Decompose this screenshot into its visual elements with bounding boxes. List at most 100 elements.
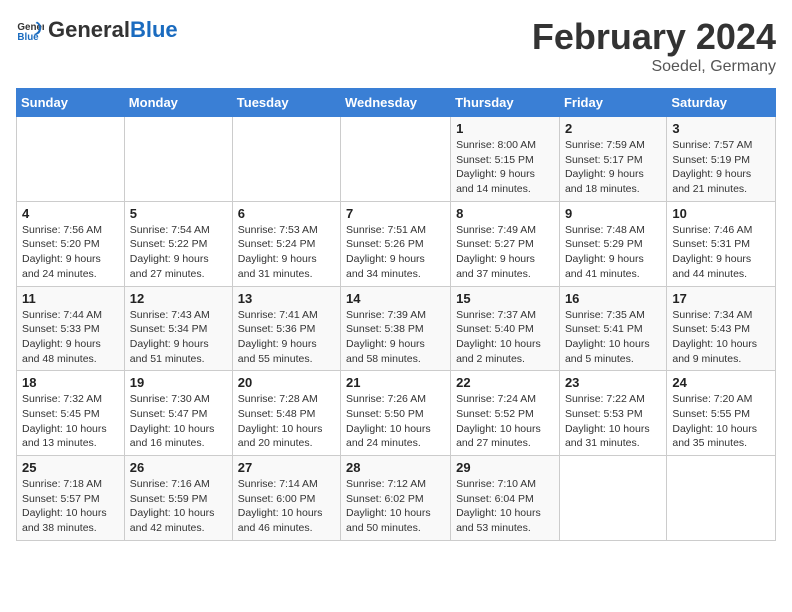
calendar-cell xyxy=(124,117,232,202)
calendar-week-row: 4 Sunrise: 7:56 AM Sunset: 5:20 PM Daylig… xyxy=(17,201,776,286)
weekday-header: Sunday xyxy=(17,89,125,117)
weekday-header: Thursday xyxy=(451,89,560,117)
day-info: Sunrise: 7:57 AM Sunset: 5:19 PM Dayligh… xyxy=(672,138,770,197)
month-title: February 2024 xyxy=(532,16,776,58)
day-info: Sunrise: 7:24 AM Sunset: 5:52 PM Dayligh… xyxy=(456,392,554,451)
title-area: February 2024 Soedel, Germany xyxy=(532,16,776,76)
calendar-cell: 3 Sunrise: 7:57 AM Sunset: 5:19 PM Daylig… xyxy=(667,117,776,202)
calendar-cell: 24Sunrise: 7:20 AM Sunset: 5:55 PM Dayli… xyxy=(667,371,776,456)
day-info: Sunrise: 7:59 AM Sunset: 5:17 PM Dayligh… xyxy=(565,138,661,197)
svg-text:Blue: Blue xyxy=(17,32,39,43)
calendar-cell: 4 Sunrise: 7:56 AM Sunset: 5:20 PM Daylig… xyxy=(17,201,125,286)
day-info: Sunrise: 7:35 AM Sunset: 5:41 PM Dayligh… xyxy=(565,308,661,367)
calendar-cell xyxy=(667,456,776,541)
day-number: 10 xyxy=(672,206,770,221)
calendar-cell: 27 Sunrise: 7:14 AM Sunset: 6:00 PM Dayli… xyxy=(232,456,340,541)
calendar-cell: 17 Sunrise: 7:34 AM Sunset: 5:43 PM Dayli… xyxy=(667,286,776,371)
day-number: 17 xyxy=(672,291,770,306)
day-info: Sunrise: 8:00 AM Sunset: 5:15 PM Dayligh… xyxy=(456,138,554,197)
day-number: 15 xyxy=(456,291,554,306)
day-info: Sunrise: 7:51 AM Sunset: 5:26 PM Dayligh… xyxy=(346,223,445,282)
calendar-week-row: 11 Sunrise: 7:44 AM Sunset: 5:33 PM Dayli… xyxy=(17,286,776,371)
calendar-cell: 6 Sunrise: 7:53 AM Sunset: 5:24 PM Daylig… xyxy=(232,201,340,286)
day-number: 29 xyxy=(456,460,554,475)
day-number: 21 xyxy=(346,375,445,390)
calendar-header-row: SundayMondayTuesdayWednesdayThursdayFrid… xyxy=(17,89,776,117)
calendar-cell: 29 Sunrise: 7:10 AM Sunset: 6:04 PM Dayli… xyxy=(451,456,560,541)
day-number: 11 xyxy=(22,291,119,306)
day-number: 4 xyxy=(22,206,119,221)
day-info: Sunrise: 7:41 AM Sunset: 5:36 PM Dayligh… xyxy=(238,308,335,367)
calendar-cell: 7Sunrise: 7:51 AM Sunset: 5:26 PM Daylig… xyxy=(341,201,451,286)
day-info: Sunrise: 7:44 AM Sunset: 5:33 PM Dayligh… xyxy=(22,308,119,367)
calendar-cell: 20 Sunrise: 7:28 AM Sunset: 5:48 PM Dayli… xyxy=(232,371,340,456)
calendar-cell: 23 Sunrise: 7:22 AM Sunset: 5:53 PM Dayli… xyxy=(559,371,666,456)
calendar-cell: 1 Sunrise: 8:00 AM Sunset: 5:15 PM Daylig… xyxy=(451,117,560,202)
calendar-cell: 2 Sunrise: 7:59 AM Sunset: 5:17 PM Daylig… xyxy=(559,117,666,202)
calendar-cell: 12Sunrise: 7:43 AM Sunset: 5:34 PM Dayli… xyxy=(124,286,232,371)
day-info: Sunrise: 7:30 AM Sunset: 5:47 PM Dayligh… xyxy=(130,392,227,451)
day-number: 13 xyxy=(238,291,335,306)
calendar-cell: 19Sunrise: 7:30 AM Sunset: 5:47 PM Dayli… xyxy=(124,371,232,456)
day-number: 1 xyxy=(456,121,554,136)
calendar-cell: 21 Sunrise: 7:26 AM Sunset: 5:50 PM Dayli… xyxy=(341,371,451,456)
day-number: 5 xyxy=(130,206,227,221)
day-number: 27 xyxy=(238,460,335,475)
weekday-header: Wednesday xyxy=(341,89,451,117)
calendar-cell: 28Sunrise: 7:12 AM Sunset: 6:02 PM Dayli… xyxy=(341,456,451,541)
weekday-header: Friday xyxy=(559,89,666,117)
day-number: 25 xyxy=(22,460,119,475)
day-number: 22 xyxy=(456,375,554,390)
day-info: Sunrise: 7:54 AM Sunset: 5:22 PM Dayligh… xyxy=(130,223,227,282)
header: General Blue GeneralBlue February 2024 S… xyxy=(16,16,776,76)
day-info: Sunrise: 7:14 AM Sunset: 6:00 PM Dayligh… xyxy=(238,477,335,536)
day-number: 2 xyxy=(565,121,661,136)
day-info: Sunrise: 7:46 AM Sunset: 5:31 PM Dayligh… xyxy=(672,223,770,282)
day-info: Sunrise: 7:56 AM Sunset: 5:20 PM Dayligh… xyxy=(22,223,119,282)
calendar-cell: 13 Sunrise: 7:41 AM Sunset: 5:36 PM Dayli… xyxy=(232,286,340,371)
day-info: Sunrise: 7:43 AM Sunset: 5:34 PM Dayligh… xyxy=(130,308,227,367)
day-info: Sunrise: 7:53 AM Sunset: 5:24 PM Dayligh… xyxy=(238,223,335,282)
calendar-week-row: 1 Sunrise: 8:00 AM Sunset: 5:15 PM Daylig… xyxy=(17,117,776,202)
calendar-cell: 9 Sunrise: 7:48 AM Sunset: 5:29 PM Daylig… xyxy=(559,201,666,286)
day-info: Sunrise: 7:12 AM Sunset: 6:02 PM Dayligh… xyxy=(346,477,445,536)
calendar-table: SundayMondayTuesdayWednesdayThursdayFrid… xyxy=(16,88,776,541)
day-info: Sunrise: 7:18 AM Sunset: 5:57 PM Dayligh… xyxy=(22,477,119,536)
calendar-cell xyxy=(559,456,666,541)
day-info: Sunrise: 7:48 AM Sunset: 5:29 PM Dayligh… xyxy=(565,223,661,282)
day-number: 16 xyxy=(565,291,661,306)
calendar-cell: 22 Sunrise: 7:24 AM Sunset: 5:52 PM Dayli… xyxy=(451,371,560,456)
calendar-cell: 11 Sunrise: 7:44 AM Sunset: 5:33 PM Dayli… xyxy=(17,286,125,371)
weekday-header: Tuesday xyxy=(232,89,340,117)
calendar-cell xyxy=(17,117,125,202)
calendar-cell: 14Sunrise: 7:39 AM Sunset: 5:38 PM Dayli… xyxy=(341,286,451,371)
day-number: 3 xyxy=(672,121,770,136)
logo-icon: General Blue xyxy=(16,16,44,44)
calendar-cell: 26Sunrise: 7:16 AM Sunset: 5:59 PM Dayli… xyxy=(124,456,232,541)
day-number: 18 xyxy=(22,375,119,390)
calendar-cell xyxy=(341,117,451,202)
day-info: Sunrise: 7:34 AM Sunset: 5:43 PM Dayligh… xyxy=(672,308,770,367)
calendar-week-row: 25 Sunrise: 7:18 AM Sunset: 5:57 PM Dayli… xyxy=(17,456,776,541)
logo: General Blue GeneralBlue xyxy=(16,16,178,44)
day-number: 14 xyxy=(346,291,445,306)
calendar-cell: 5 Sunrise: 7:54 AM Sunset: 5:22 PM Daylig… xyxy=(124,201,232,286)
day-info: Sunrise: 7:37 AM Sunset: 5:40 PM Dayligh… xyxy=(456,308,554,367)
calendar-cell: 10 Sunrise: 7:46 AM Sunset: 5:31 PM Dayli… xyxy=(667,201,776,286)
weekday-header: Saturday xyxy=(667,89,776,117)
day-number: 24 xyxy=(672,375,770,390)
day-info: Sunrise: 7:49 AM Sunset: 5:27 PM Dayligh… xyxy=(456,223,554,282)
day-number: 9 xyxy=(565,206,661,221)
day-info: Sunrise: 7:22 AM Sunset: 5:53 PM Dayligh… xyxy=(565,392,661,451)
day-number: 20 xyxy=(238,375,335,390)
calendar-cell: 25 Sunrise: 7:18 AM Sunset: 5:57 PM Dayli… xyxy=(17,456,125,541)
weekday-header: Monday xyxy=(124,89,232,117)
calendar-cell xyxy=(232,117,340,202)
day-info: Sunrise: 7:28 AM Sunset: 5:48 PM Dayligh… xyxy=(238,392,335,451)
day-info: Sunrise: 7:26 AM Sunset: 5:50 PM Dayligh… xyxy=(346,392,445,451)
day-info: Sunrise: 7:32 AM Sunset: 5:45 PM Dayligh… xyxy=(22,392,119,451)
day-info: Sunrise: 7:10 AM Sunset: 6:04 PM Dayligh… xyxy=(456,477,554,536)
location: Soedel, Germany xyxy=(532,58,776,76)
day-number: 6 xyxy=(238,206,335,221)
day-number: 23 xyxy=(565,375,661,390)
